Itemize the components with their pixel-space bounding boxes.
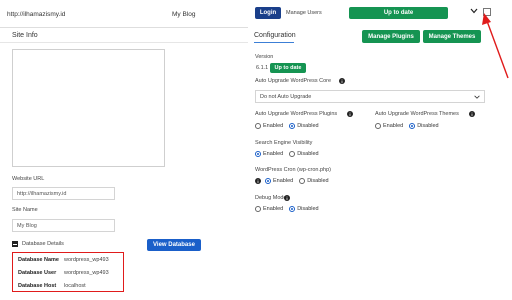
- site-preview: [12, 49, 165, 167]
- cron-radios: i Enabled Disabled: [255, 178, 329, 184]
- search-disabled-label: Disabled: [297, 151, 319, 157]
- plugins-disabled-label: Disabled: [297, 123, 319, 129]
- search-enabled-radio[interactable]: [255, 151, 261, 157]
- top-divider: [0, 27, 248, 28]
- chevron-down-icon: [474, 95, 480, 99]
- database-details-label[interactable]: Database Details: [22, 241, 64, 247]
- login-button[interactable]: Login: [255, 7, 281, 19]
- website-url-field[interactable]: http://ilhamazismy.id: [12, 187, 115, 200]
- database-host-value: localhost: [64, 283, 86, 289]
- debug-disabled-label: Disabled: [297, 206, 319, 212]
- cron-enabled-label: Enabled: [273, 178, 294, 184]
- auto-upgrade-plugins-radios: Enabled Disabled: [255, 123, 319, 129]
- plugins-disabled-radio[interactable]: [289, 123, 296, 129]
- database-details-box: Database Name wordpress_wp493 Database U…: [12, 252, 124, 292]
- auto-upgrade-core-select[interactable]: Do not Auto Upgrade: [255, 90, 485, 103]
- themes-disabled-label: Disabled: [417, 123, 439, 129]
- site-info-divider: [0, 42, 248, 43]
- red-arrow-icon: [482, 13, 509, 79]
- debug-enabled-label: Enabled: [263, 206, 284, 212]
- debug-enabled-radio[interactable]: [255, 206, 261, 212]
- search-enabled-label: Enabled: [263, 151, 284, 157]
- database-host-key: Database Host: [18, 283, 57, 289]
- configuration-title: Configuration: [254, 32, 296, 39]
- info-icon[interactable]: i: [347, 111, 353, 117]
- manage-plugins-button[interactable]: Manage Plugins: [362, 30, 420, 43]
- database-name-key: Database Name: [18, 257, 59, 263]
- view-database-button[interactable]: View Database: [147, 239, 201, 251]
- database-user-key: Database User: [18, 270, 57, 276]
- auto-upgrade-core-value: Do not Auto Upgrade: [260, 93, 312, 100]
- themes-disabled-radio[interactable]: [409, 123, 416, 129]
- info-icon[interactable]: i: [284, 195, 290, 201]
- cron-disabled-radio[interactable]: [299, 178, 306, 184]
- configuration-underline: [254, 42, 294, 43]
- database-user-value: wordpress_wp493: [64, 270, 109, 276]
- debug-mode-label: Debug Mode: [255, 195, 287, 201]
- info-icon[interactable]: i: [469, 111, 475, 117]
- site-info-title: Site Info: [12, 32, 38, 39]
- manage-users-link[interactable]: Manage Users: [286, 10, 322, 16]
- site-name-field[interactable]: My Blog: [12, 219, 115, 232]
- version-label: Version: [255, 54, 274, 60]
- version-status-badge: Up to date: [270, 63, 306, 73]
- themes-enabled-radio[interactable]: [375, 123, 381, 129]
- plugins-enabled-label: Enabled: [263, 123, 284, 129]
- site-url[interactable]: http://ilhamazismy.id: [7, 11, 65, 18]
- search-visibility-radios: Enabled Disabled: [255, 151, 319, 157]
- auto-upgrade-core-label: Auto Upgrade WordPress Core: [255, 78, 332, 84]
- info-icon[interactable]: i: [255, 178, 261, 184]
- up-to-date-button[interactable]: Up to date: [349, 7, 448, 19]
- database-name-value: wordpress_wp493: [64, 257, 109, 263]
- minus-square-icon[interactable]: [12, 241, 18, 247]
- website-url-label: Website URL: [12, 176, 45, 182]
- version-value: 6.1.1: [256, 65, 269, 71]
- search-disabled-radio[interactable]: [289, 151, 296, 157]
- search-visibility-label: Search Engine Visibility: [255, 140, 313, 146]
- plugins-enabled-radio[interactable]: [255, 123, 261, 129]
- info-icon[interactable]: i: [339, 78, 345, 84]
- debug-disabled-radio[interactable]: [289, 206, 296, 212]
- cron-enabled-radio[interactable]: [265, 178, 271, 184]
- cron-label: WordPress Cron (wp-cron.php): [255, 167, 332, 173]
- themes-enabled-label: Enabled: [383, 123, 404, 129]
- auto-upgrade-themes-label: Auto Upgrade WordPress Themes: [375, 111, 459, 117]
- debug-mode-radios: Enabled Disabled: [255, 206, 319, 212]
- cron-disabled-label: Disabled: [307, 178, 329, 184]
- auto-upgrade-themes-radios: Enabled Disabled: [375, 123, 439, 129]
- manage-themes-button[interactable]: Manage Themes: [423, 30, 481, 43]
- site-title: My Blog: [172, 11, 196, 18]
- auto-upgrade-plugins-label: Auto Upgrade WordPress Plugins: [255, 111, 338, 117]
- site-name-label: Site Name: [12, 207, 38, 213]
